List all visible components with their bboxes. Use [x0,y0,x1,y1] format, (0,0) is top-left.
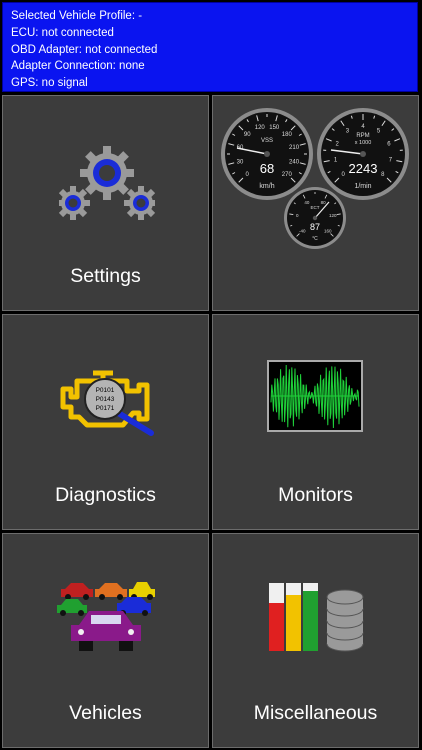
rpm-multiplier: x 1000 [355,140,372,146]
rpm-unit: 1/min [354,183,371,190]
engine-check-icon: P0101 P0143 P0171 [60,370,154,436]
gauges-icon: 0306090120 150180210240270 VSS 68 km/h 01… [221,108,409,249]
temperature-gauge: -40040 80120160 ECT 87 °C [284,187,346,249]
vss-unit: km/h [259,183,274,190]
gears-icon [59,146,155,220]
miscellaneous-tile[interactable]: Miscellaneous [212,533,419,748]
ect-tick-label: 160 [324,229,332,234]
ect-name: ECT [311,205,320,210]
vss-tick-label: 150 [269,125,280,131]
rpm-name: RPM [356,133,369,139]
diagnostics-label: Diagnostics [55,484,156,506]
ect-value: 87 [310,222,320,232]
vss-tick-label: 270 [282,172,293,178]
connection-status-panel: Selected Vehicle Profile: - ECU: not con… [2,2,418,92]
settings-tile[interactable]: Settings [2,95,209,311]
ect-tick-label: 120 [329,213,337,218]
vehicles-tile[interactable]: Vehicles [2,533,209,748]
rpm-value: 2243 [349,161,378,176]
oscilloscope-icon [267,360,363,432]
vss-tick-label: 30 [237,159,244,165]
vss-tick-label: 120 [255,125,266,131]
vss-value: 68 [260,161,274,176]
obd-adapter-status: OBD Adapter: not connected [11,43,158,56]
trouble-code-2: P0143 [96,396,115,403]
monitors-label: Monitors [278,484,353,506]
rpm-gauge: 012345678 RPM x 1000 2243 1/min [317,108,409,200]
vss-tick-label: 180 [282,132,293,138]
vehicles-label: Vehicles [69,702,142,724]
ect-unit: °C [312,236,318,242]
trouble-code-3: P0171 [96,405,115,412]
miscellaneous-label: Miscellaneous [253,702,378,724]
ect-tick-label: 80 [321,200,327,205]
speed-gauge: 0306090120 150180210240270 VSS 68 km/h [221,108,313,200]
monitors-tile[interactable]: Monitors [212,314,419,530]
settings-label: Settings [70,265,141,287]
cars-icon [57,582,155,651]
vss-tick-label: 90 [244,132,251,138]
trouble-code-1: P0101 [96,387,115,394]
ecu-status: ECU: not connected [11,26,114,39]
ect-tick-label: 40 [304,200,310,205]
database-icon [269,583,364,652]
vehicle-profile-status: Selected Vehicle Profile: - [11,10,143,22]
vss-tick-label: 240 [289,159,300,165]
gps-status: GPS: no signal [11,77,88,90]
vss-name: VSS [261,138,273,144]
adapter-connection-status: Adapter Connection: none [11,60,145,73]
ect-tick-label: -40 [299,229,306,234]
diagnostics-tile[interactable]: P0101 P0143 P0171 Diagnostics [2,314,209,530]
vss-tick-label: 210 [289,145,300,151]
gauges-tile[interactable]: 0 30 60 90 120 150 180 210 240 270 VSS 68 km/h 01… [212,95,419,311]
